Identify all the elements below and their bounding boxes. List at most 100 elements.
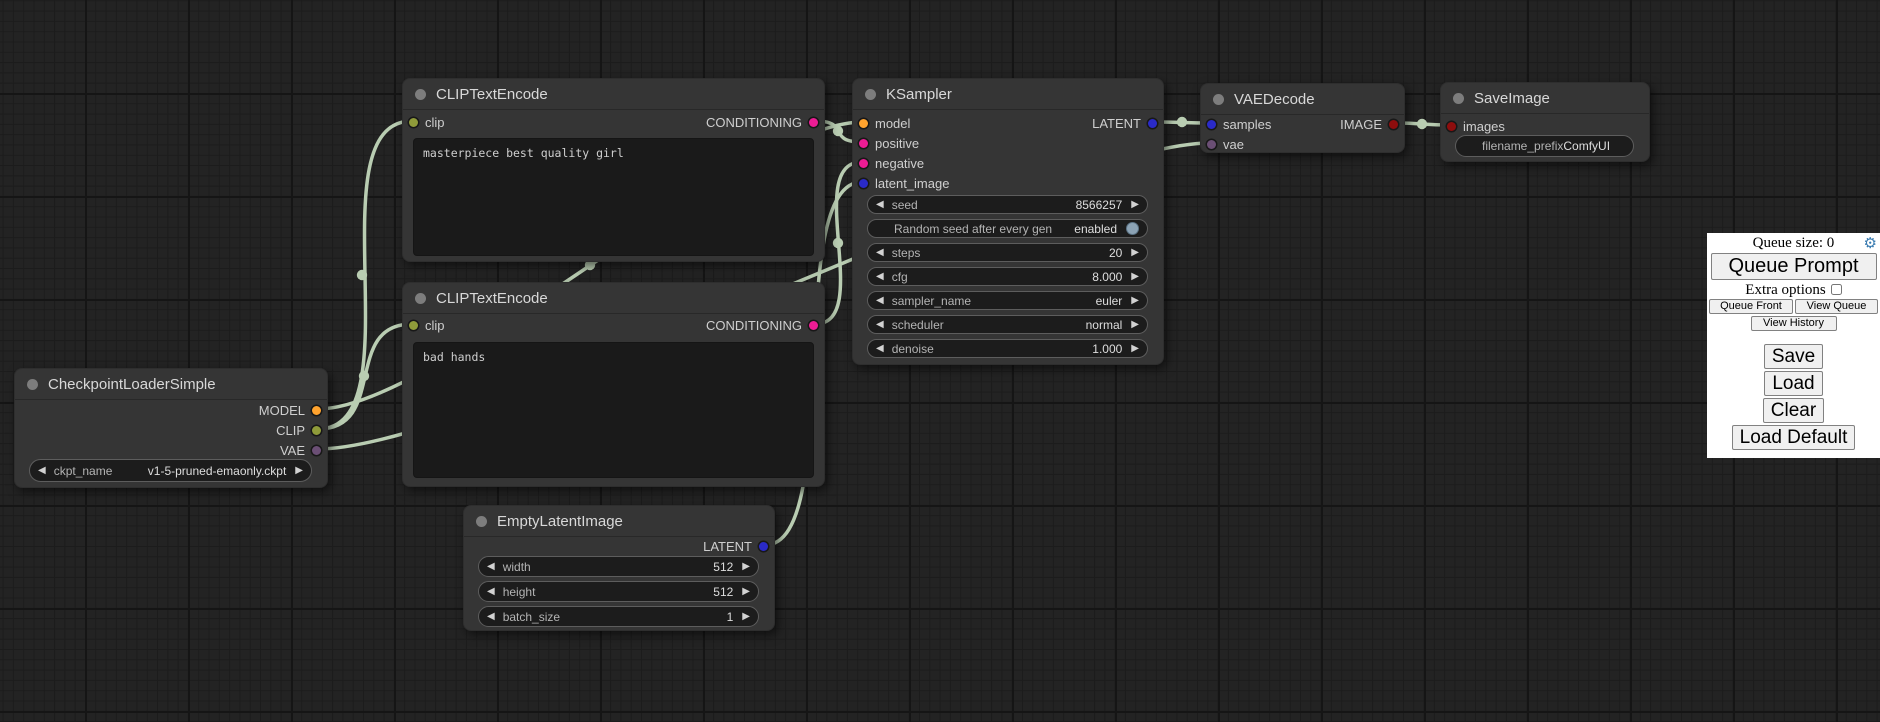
save-button[interactable]: Save: [1764, 344, 1823, 369]
node-checkpoint-loader[interactable]: CheckpointLoaderSimpleMODEL CLIP VAE◀ckpt_…: [14, 368, 328, 488]
node-ksampler[interactable]: KSampler model positive negative latent_imag…: [852, 78, 1164, 365]
output-socket-icon[interactable]: [312, 426, 321, 435]
node-titlebar-ksampler[interactable]: KSampler: [853, 79, 1163, 110]
input-socket-icon[interactable]: [1447, 122, 1456, 131]
node-collapse-dot-icon[interactable]: [415, 293, 426, 304]
input-socket-icon[interactable]: [409, 321, 418, 330]
extra-options-checkbox[interactable]: [1831, 284, 1842, 295]
node-collapse-dot-icon[interactable]: [865, 89, 876, 100]
widget-sampler-name[interactable]: ◀sampler_nameeuler▶: [867, 291, 1148, 310]
load-button[interactable]: Load: [1764, 371, 1822, 396]
node-titlebar-empty-latent-image[interactable]: EmptyLatentImage: [464, 506, 774, 537]
node-titlebar-save-image[interactable]: SaveImage: [1441, 83, 1649, 114]
widget-ckpt-name[interactable]: ◀ckpt_namev1-5-pruned-emaonly.ckpt▶: [29, 459, 312, 482]
input-negative[interactable]: negative: [859, 154, 924, 172]
output-vae[interactable]: VAE: [280, 441, 321, 459]
input-clip[interactable]: clip: [409, 316, 445, 334]
input-latent_image[interactable]: latent_image: [859, 174, 949, 192]
toggle-dot-icon[interactable]: [1126, 222, 1139, 235]
node-save-image[interactable]: SaveImage imagesfilename_prefixComfyUI: [1440, 82, 1650, 162]
widget-height[interactable]: ◀height512▶: [478, 581, 759, 602]
widget-batch-size[interactable]: ◀batch_size1▶: [478, 606, 759, 627]
node-titlebar-vae-decode[interactable]: VAEDecode: [1201, 84, 1404, 115]
widget-cfg[interactable]: ◀cfg8.000▶: [867, 267, 1148, 286]
view-history-button[interactable]: View History: [1751, 316, 1837, 331]
settings-gear-icon[interactable]: ⚙: [1864, 234, 1877, 252]
increment-arrow-icon[interactable]: ▶: [295, 466, 303, 476]
input-socket-icon[interactable]: [859, 139, 868, 148]
output-socket-icon[interactable]: [1148, 119, 1157, 128]
input-vae[interactable]: vae: [1207, 135, 1244, 153]
decrement-arrow-icon[interactable]: ◀: [38, 466, 46, 476]
decrement-arrow-icon[interactable]: ◀: [876, 272, 884, 282]
widget-scheduler[interactable]: ◀schedulernormal▶: [867, 315, 1148, 334]
increment-arrow-icon[interactable]: ▶: [742, 562, 750, 572]
node-titlebar-clip-text-encode-positive[interactable]: CLIPTextEncode: [403, 79, 824, 110]
input-socket-icon[interactable]: [409, 118, 418, 127]
output-clip[interactable]: CLIP: [276, 421, 321, 439]
decrement-arrow-icon[interactable]: ◀: [487, 612, 495, 622]
decrement-arrow-icon[interactable]: ◀: [876, 296, 884, 306]
decrement-arrow-icon[interactable]: ◀: [487, 562, 495, 572]
node-clip-text-encode-positive[interactable]: CLIPTextEncode clip CONDITIONING masterpiec…: [402, 78, 825, 262]
node-collapse-dot-icon[interactable]: [1213, 94, 1224, 105]
increment-arrow-icon[interactable]: ▶: [1131, 200, 1139, 210]
node-collapse-dot-icon[interactable]: [1453, 93, 1464, 104]
decrement-arrow-icon[interactable]: ◀: [876, 200, 884, 210]
decrement-arrow-icon[interactable]: ◀: [876, 344, 884, 354]
output-socket-icon[interactable]: [809, 118, 818, 127]
increment-arrow-icon[interactable]: ▶: [1131, 344, 1139, 354]
widget-seed[interactable]: ◀seed8566257▶: [867, 195, 1148, 214]
node-titlebar-clip-text-encode-negative[interactable]: CLIPTextEncode: [403, 283, 824, 314]
load-default-button[interactable]: Load Default: [1732, 425, 1856, 450]
input-socket-icon[interactable]: [859, 119, 868, 128]
queue-front-button[interactable]: Queue Front: [1709, 299, 1793, 314]
increment-arrow-icon[interactable]: ▶: [742, 587, 750, 597]
input-clip[interactable]: clip: [409, 113, 445, 131]
input-samples[interactable]: samples: [1207, 115, 1271, 133]
output-model[interactable]: MODEL: [259, 401, 321, 419]
widget-random-seed-after-every-gen[interactable]: Random seed after every genenabled: [867, 219, 1148, 238]
output-socket-icon[interactable]: [759, 542, 768, 551]
node-vae-decode[interactable]: VAEDecodesamples vae IMAGE: [1200, 83, 1405, 153]
decrement-arrow-icon[interactable]: ◀: [876, 320, 884, 330]
graph-canvas[interactable]: CheckpointLoaderSimpleMODEL CLIP VAE◀ckpt_…: [0, 0, 1880, 722]
output-socket-icon[interactable]: [312, 406, 321, 415]
increment-arrow-icon[interactable]: ▶: [1131, 296, 1139, 306]
decrement-arrow-icon[interactable]: ◀: [487, 587, 495, 597]
node-empty-latent-image[interactable]: EmptyLatentImageLATENT◀width512▶ ◀height5…: [463, 505, 775, 631]
output-socket-icon[interactable]: [809, 321, 818, 330]
increment-arrow-icon[interactable]: ▶: [1131, 272, 1139, 282]
widget-steps[interactable]: ◀steps20▶: [867, 243, 1148, 262]
input-positive[interactable]: positive: [859, 134, 919, 152]
output-latent[interactable]: LATENT: [1092, 114, 1157, 132]
input-socket-icon[interactable]: [859, 159, 868, 168]
output-socket-icon[interactable]: [312, 446, 321, 455]
prompt-textarea[interactable]: bad hands: [413, 342, 814, 478]
output-image[interactable]: IMAGE: [1340, 115, 1398, 133]
output-socket-icon[interactable]: [1389, 120, 1398, 129]
prompt-textarea[interactable]: masterpiece best quality girl: [413, 138, 814, 256]
increment-arrow-icon[interactable]: ▶: [742, 612, 750, 622]
node-titlebar-checkpoint-loader[interactable]: CheckpointLoaderSimple: [15, 369, 327, 400]
queue-prompt-button[interactable]: Queue Prompt: [1711, 253, 1877, 280]
node-collapse-dot-icon[interactable]: [415, 89, 426, 100]
increment-arrow-icon[interactable]: ▶: [1131, 320, 1139, 330]
input-socket-icon[interactable]: [1207, 140, 1216, 149]
clear-button[interactable]: Clear: [1763, 398, 1824, 423]
input-images[interactable]: images: [1447, 117, 1505, 135]
output-conditioning[interactable]: CONDITIONING: [706, 113, 818, 131]
node-collapse-dot-icon[interactable]: [27, 379, 38, 390]
output-latent[interactable]: LATENT: [703, 537, 768, 555]
output-conditioning[interactable]: CONDITIONING: [706, 316, 818, 334]
input-socket-icon[interactable]: [859, 179, 868, 188]
widget-filename-prefix[interactable]: filename_prefixComfyUI: [1455, 135, 1634, 157]
node-collapse-dot-icon[interactable]: [476, 516, 487, 527]
widget-denoise[interactable]: ◀denoise1.000▶: [867, 339, 1148, 358]
node-clip-text-encode-negative[interactable]: CLIPTextEncode clip CONDITIONING bad hands: [402, 282, 825, 487]
input-socket-icon[interactable]: [1207, 120, 1216, 129]
view-queue-button[interactable]: View Queue: [1795, 299, 1878, 314]
widget-width[interactable]: ◀width512▶: [478, 556, 759, 577]
input-model[interactable]: model: [859, 114, 910, 132]
increment-arrow-icon[interactable]: ▶: [1131, 248, 1139, 258]
